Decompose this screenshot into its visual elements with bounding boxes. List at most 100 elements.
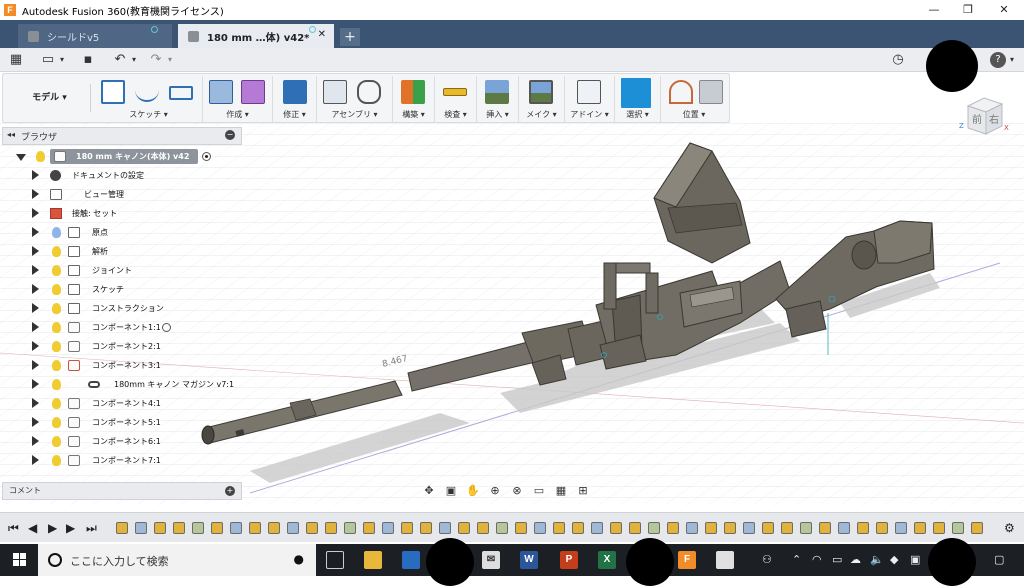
tree-row-component-3[interactable]: コンポーネント3:1 bbox=[4, 357, 234, 375]
timeline-feature-icon[interactable] bbox=[876, 522, 888, 534]
select-menu[interactable]: 選択 ▾ bbox=[615, 109, 660, 120]
insert-group[interactable]: 挿入 ▾ bbox=[477, 76, 519, 122]
timeline-feature-icon[interactable] bbox=[458, 522, 470, 534]
maximize-button[interactable]: ❐ bbox=[950, 0, 986, 20]
select-tool-icon[interactable] bbox=[621, 78, 651, 108]
help-icon[interactable]: ? bbox=[990, 52, 1006, 68]
dropbox-icon[interactable]: ◆ bbox=[890, 553, 898, 566]
visibility-bulb-icon[interactable] bbox=[52, 303, 61, 314]
viewports-icon[interactable]: ⊞ bbox=[574, 484, 592, 498]
tree-row-named-views[interactable]: ビュー管理 bbox=[4, 186, 234, 204]
network-icon[interactable]: ◠ bbox=[812, 553, 822, 566]
timeline-feature-icon[interactable] bbox=[287, 522, 299, 534]
browser-panel-header[interactable]: ◂◂ ブラウザ − bbox=[2, 127, 242, 145]
timeline-feature-icon[interactable] bbox=[629, 522, 641, 534]
redo-icon[interactable]: ↷ bbox=[148, 52, 164, 68]
position-menu[interactable]: 位置 ▾ bbox=[661, 109, 727, 120]
timeline-feature-icon[interactable] bbox=[553, 522, 565, 534]
create-sketch-icon[interactable] bbox=[101, 80, 125, 104]
timeline-feature-icon[interactable] bbox=[268, 522, 280, 534]
expand-icon[interactable] bbox=[32, 436, 39, 446]
expand-icon[interactable] bbox=[32, 170, 39, 180]
timeline-feature-icon[interactable] bbox=[762, 522, 774, 534]
timeline-forward-icon[interactable]: ▶ bbox=[66, 521, 75, 535]
create-menu[interactable]: 作成 ▾ bbox=[203, 109, 272, 120]
timeline-feature-icon[interactable] bbox=[401, 522, 413, 534]
timeline-end-icon[interactable]: ⏭ bbox=[86, 521, 97, 536]
input-method-icon[interactable]: ▣ bbox=[910, 553, 920, 566]
timeline-feature-icon[interactable] bbox=[838, 522, 850, 534]
visibility-bulb-icon[interactable] bbox=[52, 360, 61, 371]
expand-icon[interactable] bbox=[32, 455, 39, 465]
expand-icon[interactable] bbox=[32, 284, 39, 294]
scripts-addins-icon[interactable] bbox=[577, 80, 601, 104]
tree-row-origin[interactable]: 原点 bbox=[4, 224, 234, 242]
close-window-button[interactable]: ✕ bbox=[986, 0, 1022, 20]
tree-row-component-7[interactable]: コンポーネント7:1 bbox=[4, 452, 234, 470]
expand-icon[interactable] bbox=[32, 360, 39, 370]
visibility-bulb-icon[interactable] bbox=[52, 379, 61, 390]
timeline-feature-icon[interactable] bbox=[363, 522, 375, 534]
data-panel-grid-icon[interactable]: ▦ bbox=[8, 52, 24, 68]
timeline-play-icon[interactable]: ▶ bbox=[48, 521, 57, 535]
visibility-bulb-icon[interactable] bbox=[52, 341, 61, 352]
grid-settings-icon[interactable]: ▦ bbox=[552, 484, 570, 498]
file-dropdown-icon[interactable]: ▾ bbox=[58, 52, 66, 68]
timeline-feature-icon[interactable] bbox=[667, 522, 679, 534]
handle-post-left[interactable] bbox=[603, 262, 617, 310]
tab-180mm-cannon[interactable]: 180 mm …体) v42* ✕ bbox=[178, 24, 334, 48]
timeline-feature-icon[interactable] bbox=[173, 522, 185, 534]
fusion-taskbar-icon[interactable]: F bbox=[678, 551, 696, 569]
people-icon[interactable]: ⚇ bbox=[762, 553, 772, 566]
undo-icon[interactable]: ↶ bbox=[112, 52, 128, 68]
viewcube[interactable]: 前 右 Z X bbox=[958, 92, 1010, 144]
photos-icon[interactable] bbox=[716, 551, 734, 569]
insert-menu[interactable]: 挿入 ▾ bbox=[477, 109, 518, 120]
minimize-button[interactable]: — bbox=[916, 0, 952, 20]
tree-row-contact-sets[interactable]: 接触: セット bbox=[4, 205, 234, 223]
inspect-group[interactable]: 検査 ▾ bbox=[435, 76, 477, 122]
timeline-feature-icon[interactable] bbox=[781, 522, 793, 534]
tab-shield[interactable]: シールドv5 bbox=[18, 24, 172, 48]
add-comment-icon[interactable]: + bbox=[225, 486, 235, 496]
press-pull-icon[interactable] bbox=[283, 80, 307, 104]
select-group[interactable]: 選択 ▾ bbox=[615, 76, 661, 122]
tree-row-construction[interactable]: コンストラクション bbox=[4, 300, 234, 318]
timeline-feature-icon[interactable] bbox=[857, 522, 869, 534]
make-menu[interactable]: メイク ▾ bbox=[519, 109, 564, 120]
timeline-feature-icon[interactable] bbox=[686, 522, 698, 534]
tree-row-analysis[interactable]: 解析 bbox=[4, 243, 234, 261]
timeline-feature-icon[interactable] bbox=[724, 522, 736, 534]
timeline-start-icon[interactable]: ⏮ bbox=[8, 521, 19, 536]
sketch-group[interactable]: スケッチ ▾ bbox=[95, 76, 203, 122]
tree-row-sketches[interactable]: スケッチ bbox=[4, 281, 234, 299]
timeline-feature-icon[interactable] bbox=[895, 522, 907, 534]
timeline-settings-icon[interactable]: ⚙ bbox=[1004, 521, 1015, 535]
expand-root-icon[interactable] bbox=[16, 154, 26, 161]
tree-row-component-6[interactable]: コンポーネント6:1 bbox=[4, 433, 234, 451]
make-group[interactable]: メイク ▾ bbox=[519, 76, 565, 122]
tree-row-magazine-link[interactable]: 180mm キャノン マガジン v7:1 bbox=[4, 376, 234, 394]
mail-icon[interactable]: ✉ bbox=[482, 551, 500, 569]
visibility-bulb-icon[interactable] bbox=[52, 227, 61, 238]
tree-row-joints[interactable]: ジョイント bbox=[4, 262, 234, 280]
new-tab-button[interactable]: + bbox=[340, 28, 360, 46]
look-at-icon[interactable]: ▣ bbox=[442, 484, 460, 498]
new-component-icon[interactable] bbox=[323, 80, 347, 104]
activate-component-radio[interactable] bbox=[162, 323, 171, 332]
extrude-icon[interactable] bbox=[209, 80, 233, 104]
visibility-bulb-icon[interactable] bbox=[52, 322, 61, 333]
timeline-feature-icon[interactable] bbox=[534, 522, 546, 534]
redo-dropdown-icon[interactable]: ▾ bbox=[166, 52, 174, 68]
timeline-feature-icon[interactable] bbox=[705, 522, 717, 534]
microphone-icon[interactable]: ● bbox=[294, 552, 304, 566]
onedrive-icon[interactable]: ☁ bbox=[850, 553, 861, 566]
timeline-feature-icon[interactable] bbox=[496, 522, 508, 534]
browser-pin-icon[interactable]: − bbox=[225, 130, 235, 140]
expand-icon[interactable] bbox=[32, 398, 39, 408]
sketch-menu[interactable]: スケッチ ▾ bbox=[95, 109, 202, 120]
action-center-icon[interactable]: ▢ bbox=[994, 553, 1004, 566]
modify-group[interactable]: 修正 ▾ bbox=[273, 76, 317, 122]
fit-icon[interactable]: ⊗ bbox=[508, 484, 526, 498]
timeline-feature-icon[interactable] bbox=[420, 522, 432, 534]
